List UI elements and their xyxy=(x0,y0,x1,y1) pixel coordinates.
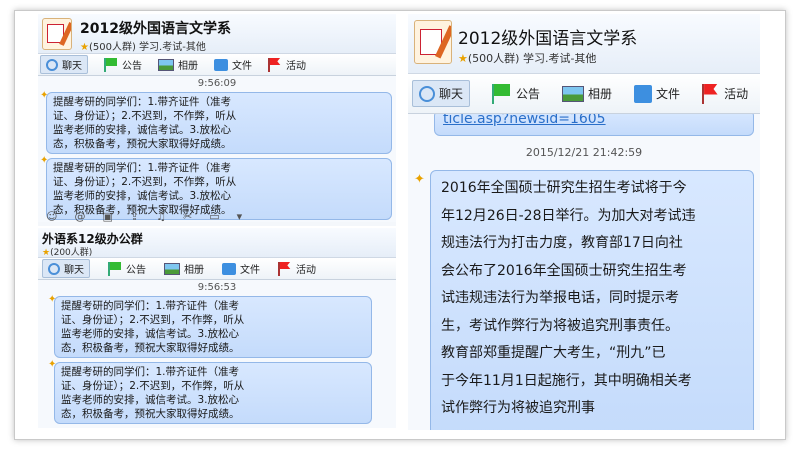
folder-icon xyxy=(214,58,228,71)
activity-flag-icon xyxy=(268,57,282,72)
photo-album-icon xyxy=(562,85,585,102)
message-line: 证、身份证）；2.不迟到，不作弊，听从 xyxy=(53,176,237,188)
group-chat-panel-1: 2012级外国语言文学系 ★(500人群) 学习.考试-其他 聊天 公告 相册 … xyxy=(38,14,396,226)
tab-album[interactable]: 相册 xyxy=(164,261,204,276)
chat-icon xyxy=(419,85,435,102)
message-line: 会公布了2016年全国硕士研究生招生考 xyxy=(441,262,687,279)
announcement-flag-icon xyxy=(104,57,118,72)
tab-files[interactable]: 文件 xyxy=(634,84,680,103)
group-title: 2012级外国语言文学系 xyxy=(458,29,638,49)
smile-icon[interactable]: ☺ xyxy=(46,210,57,223)
photo-icon[interactable]: ▣ xyxy=(102,210,112,223)
message-line: 提醒考研的同学们：1.带齐证件（准考 xyxy=(61,366,240,378)
message-line: 2016年全国硕士研究生招生考试将于今 xyxy=(441,180,687,196)
chat-header: 外语系12级办公群 ★(200人群) xyxy=(38,228,396,258)
chat-area: 9:56:53 ✦ 提醒考研的同学们：1.带齐证件（准考 证、身份证）；2.不迟… xyxy=(38,280,396,428)
message-timestamp: 2015/12/21 21:42:59 xyxy=(525,146,643,159)
message-line: 提醒考研的同学们：1.带齐证件（准考 xyxy=(53,96,232,108)
message-line: 规违法行为打击力度，教育部17日向社 xyxy=(441,235,683,251)
input-toolbar: ☺ @ ▣ ⇪ ♫ ✂ ▭ ▾ xyxy=(46,210,242,223)
message-line: 提醒考研的同学们：1.带齐证件（准考 xyxy=(61,300,240,312)
message-line: 年12月26日-28日举行。为加大对考试违 xyxy=(441,207,696,224)
tab-bar: 聊天 公告 相册 文件 活动 xyxy=(38,54,396,76)
chat-icon xyxy=(48,262,60,275)
group-subtitle: ★(200人群) xyxy=(42,248,93,258)
group-subtitle: ★(500人群) 学习.考试-其他 xyxy=(458,52,597,65)
message-line: 证、身份证）；2.不迟到，不作弊，听从 xyxy=(53,110,237,122)
tab-chat[interactable]: 聊天 xyxy=(40,55,88,74)
tab-activity[interactable]: 活动 xyxy=(702,83,748,104)
star-icon: ★ xyxy=(80,42,89,53)
announcement-flag-icon xyxy=(108,261,122,276)
star-icon: ★ xyxy=(458,52,468,65)
message-bubble: 2016年全国硕士研究生招生考试将于今 年12月26日-28日举行。为加大对考试… xyxy=(430,170,754,430)
chat-icon xyxy=(46,58,58,71)
at-icon[interactable]: @ xyxy=(74,210,85,223)
folder-icon xyxy=(634,84,653,103)
activity-flag-icon xyxy=(278,261,292,276)
chat-area: ticle.asp?newsid=1605 2015/12/21 21:42:5… xyxy=(408,114,760,430)
folder-icon xyxy=(222,262,236,275)
tab-files[interactable]: 文件 xyxy=(214,57,252,72)
tab-chat[interactable]: 聊天 xyxy=(412,80,471,107)
upload-icon[interactable]: ⇪ xyxy=(130,210,139,223)
tab-album[interactable]: 相册 xyxy=(158,57,198,72)
message-line: 监考老师的安排，诚信考试。3.放松心 xyxy=(53,190,232,202)
tab-files[interactable]: 文件 xyxy=(222,261,260,276)
message-bubble: 提醒考研的同学们：1.带齐证件（准考 证、身份证）；2.不迟到，不作弊，听从 监… xyxy=(46,92,392,154)
group-avatar[interactable] xyxy=(414,20,452,64)
chat-header: 2012级外国语言文学系 ★(500人群) 学习.考试-其他 xyxy=(408,14,760,74)
video-icon[interactable]: ▭ xyxy=(209,210,219,223)
chat-header: 2012级外国语言文学系 ★(500人群) 学习.考试-其他 xyxy=(38,14,396,54)
message-line: 试作弊行为将被追究刑事 xyxy=(441,400,595,416)
message-timestamp: 9:56:53 xyxy=(197,282,237,293)
tab-album[interactable]: 相册 xyxy=(562,85,612,102)
group-title: 2012级外国语言文学系 xyxy=(80,21,231,37)
sender-badge-icon: ✦ xyxy=(414,172,425,187)
tab-activity[interactable]: 活动 xyxy=(278,261,316,276)
more-icon[interactable]: ▾ xyxy=(237,210,243,223)
tab-announcement[interactable]: 公告 xyxy=(108,261,146,276)
message-line: 监考老师的安排，诚信考试。3.放松心 xyxy=(61,394,240,406)
star-icon: ★ xyxy=(42,248,51,258)
message-line: 态，积极备考，预祝大家取得好成绩。 xyxy=(53,138,232,150)
photo-album-icon xyxy=(158,58,174,71)
activity-flag-icon xyxy=(702,83,720,104)
message-timestamp: 9:56:09 xyxy=(197,78,237,89)
message-line: 证、身份证）；2.不迟到，不作弊，听从 xyxy=(61,314,245,326)
tab-announcement[interactable]: 公告 xyxy=(104,57,142,72)
message-line: 提醒考研的同学们：1.带齐证件（准考 xyxy=(53,162,232,174)
message-line: 试违规违法行为举报电话，同时提示考 xyxy=(441,290,679,306)
message-line: 生，考试作弊行为将被追究刑事责任。 xyxy=(441,317,679,334)
group-chat-panel-2: 外语系12级办公群 ★(200人群) 聊天 公告 相册 文件 活动 9:56:5… xyxy=(38,228,396,428)
message-line: 态，积极备考，预祝大家取得好成绩。 xyxy=(61,342,240,354)
photo-album-icon xyxy=(164,262,180,275)
message-bubble: 提醒考研的同学们：1.带齐证件（准考 证、身份证）；2.不迟到，不作弊，听从 监… xyxy=(54,362,372,424)
tab-chat[interactable]: 聊天 xyxy=(42,259,90,278)
cut-icon[interactable]: ✂ xyxy=(183,210,192,223)
tab-bar: 聊天 公告 相册 文件 活动 xyxy=(408,74,760,114)
chat-area: 9:56:09 ✦ 提醒考研的同学们：1.带齐证件（准考 证、身份证）；2.不迟… xyxy=(38,76,396,222)
message-line: 监考老师的安排，诚信考试。3.放松心 xyxy=(61,328,240,340)
message-bubble: 提醒考研的同学们：1.带齐证件（准考 证、身份证）；2.不迟到，不作弊，听从 监… xyxy=(54,296,372,358)
message-line: 教育部郑重提醒广大考生，“刑九”已 xyxy=(441,345,666,361)
group-avatar[interactable] xyxy=(42,18,72,50)
group-subtitle: ★(500人群) 学习.考试-其他 xyxy=(80,42,206,53)
message-line: 证、身份证）；2.不迟到，不作弊，听从 xyxy=(61,380,245,392)
message-link[interactable]: ticle.asp?newsid=1605 xyxy=(434,114,754,136)
tab-bar: 聊天 公告 相册 文件 活动 xyxy=(38,258,396,280)
message-line: 于今年11月1日起施行，其中明确相关考 xyxy=(441,372,692,389)
group-chat-panel-3: 2012级外国语言文学系 ★(500人群) 学习.考试-其他 聊天 公告 相册 … xyxy=(408,14,760,430)
music-icon[interactable]: ♫ xyxy=(156,210,166,223)
announcement-flag-icon xyxy=(492,83,512,104)
tab-activity[interactable]: 活动 xyxy=(268,57,306,72)
message-line: 态，积极备考，预祝大家取得好成绩。 xyxy=(61,408,240,420)
message-line: 监考老师的安排，诚信考试。3.放松心 xyxy=(53,124,232,136)
tab-announcement[interactable]: 公告 xyxy=(492,83,540,104)
